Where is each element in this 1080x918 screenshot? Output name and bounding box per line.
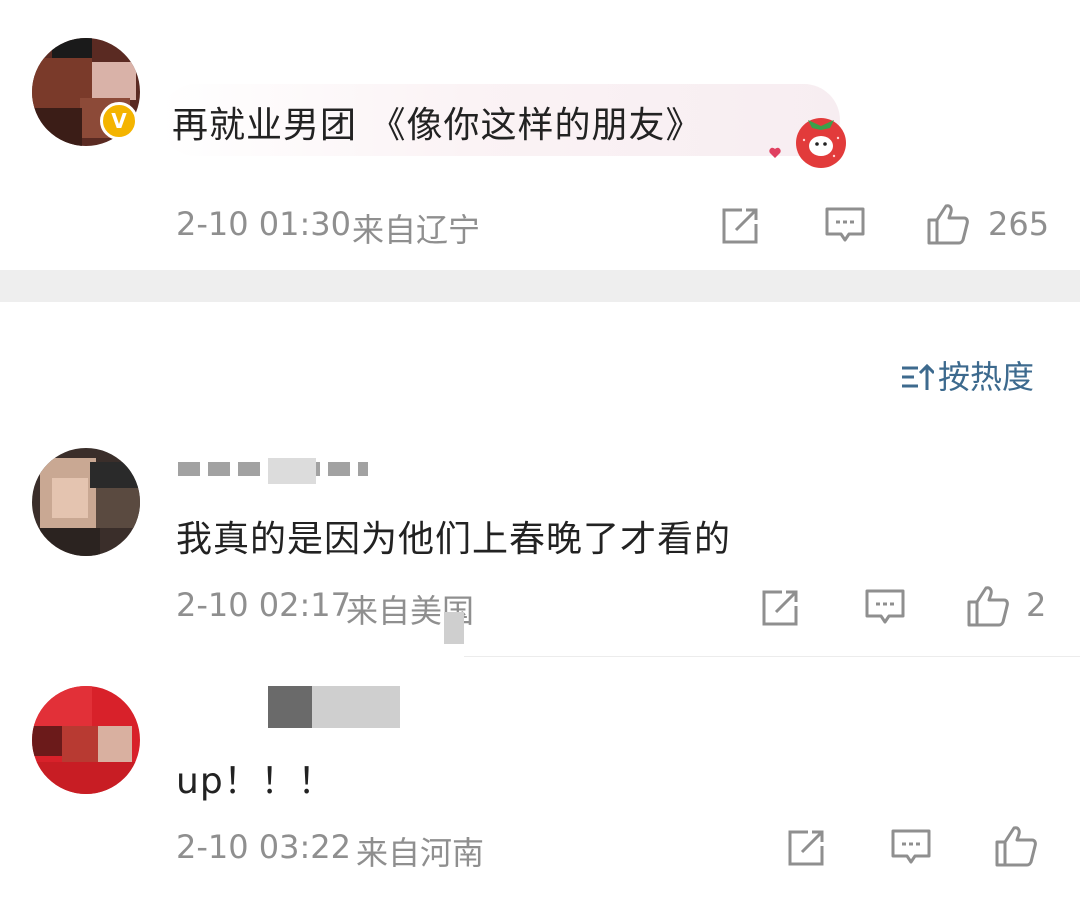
- share-icon[interactable]: [720, 206, 760, 246]
- avatar[interactable]: [32, 448, 140, 556]
- sort-by-hot-button[interactable]: 按热度: [900, 352, 1034, 398]
- share-icon[interactable]: [786, 828, 826, 868]
- comment-text: 我真的是因为他们上春晚了才看的: [176, 519, 732, 560]
- nickname-mosaic: [312, 686, 400, 728]
- section-separator: [0, 270, 1080, 302]
- comment-date: 2-10 02:17: [176, 586, 352, 624]
- screenshot-crop-artifact: [444, 612, 464, 644]
- like-icon[interactable]: [926, 202, 970, 246]
- like-icon[interactable]: [966, 584, 1010, 628]
- like-count: 265: [988, 205, 1050, 243]
- like-count: 2: [1026, 586, 1047, 624]
- comment-date: 2-10 03:22: [176, 828, 352, 866]
- comment-text: 再就业男团 《像你这样的朋友》: [172, 105, 703, 146]
- comment-location: 来自河南: [356, 834, 485, 872]
- heart-icon: [769, 147, 781, 158]
- verified-badge: V: [100, 102, 138, 140]
- comment-text: up！！！: [176, 761, 335, 802]
- sort-label: 按热度: [938, 358, 1035, 396]
- nickname-mosaic: [268, 686, 312, 728]
- strawberry-sticker-icon: [796, 118, 846, 168]
- comment-date: 2-10 01:30: [176, 205, 352, 243]
- comment-icon[interactable]: [864, 588, 906, 628]
- sort-icon: [902, 363, 936, 390]
- like-icon[interactable]: [994, 824, 1038, 868]
- comment-icon[interactable]: [890, 828, 932, 868]
- comment-icon[interactable]: [824, 206, 866, 246]
- nickname-mosaic: [268, 458, 316, 484]
- comment-location: 来自辽宁: [352, 211, 481, 249]
- comment-divider: [464, 656, 1080, 657]
- share-icon[interactable]: [760, 588, 800, 628]
- avatar[interactable]: [32, 686, 140, 794]
